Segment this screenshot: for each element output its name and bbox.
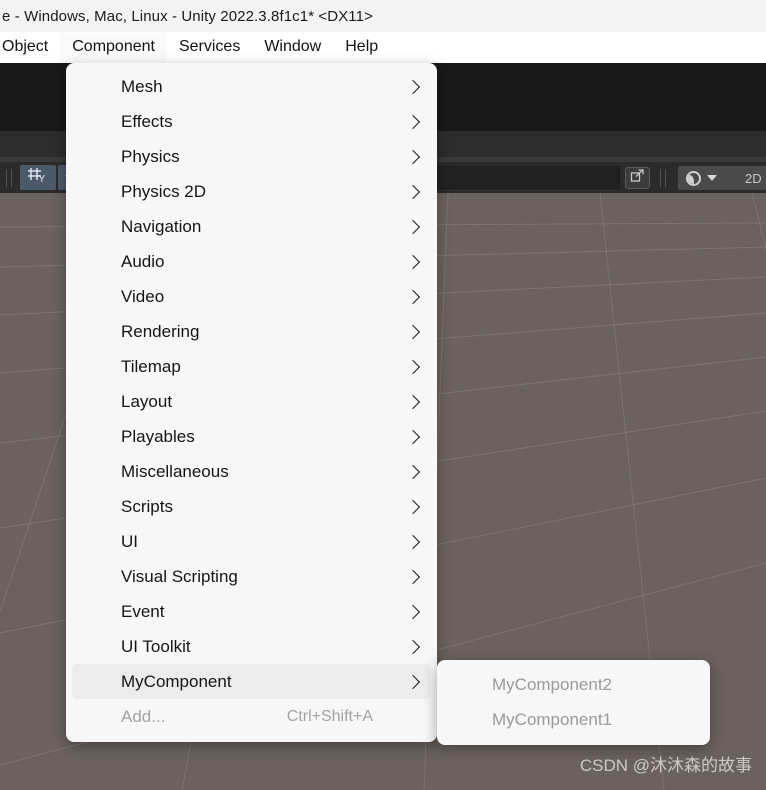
menu-item-ui-toolkit[interactable]: UI Toolkit xyxy=(72,629,431,664)
menu-item-label: Rendering xyxy=(121,321,200,341)
scene-search-input[interactable] xyxy=(420,166,620,189)
submenu-item-mycomponent1: MyComponent1 xyxy=(443,702,704,737)
menu-item-ui[interactable]: UI xyxy=(72,524,431,559)
menu-item-label: Visual Scripting xyxy=(121,566,238,586)
scene-expand-button[interactable] xyxy=(625,167,650,189)
menu-item-label: Physics xyxy=(121,146,180,166)
menubar-item-component[interactable]: Component xyxy=(60,33,167,62)
chevron-right-icon xyxy=(405,114,421,129)
menu-item-physics[interactable]: Physics xyxy=(72,139,431,174)
menu-item-label: Mesh xyxy=(121,76,163,96)
main-menubar: Object Component Services Window Help xyxy=(0,32,766,63)
toggle-2d-button[interactable]: 2D xyxy=(736,166,766,190)
menubar-item-window[interactable]: Window xyxy=(252,33,333,62)
menu-item-label: Miscellaneous xyxy=(121,461,229,481)
chevron-right-icon xyxy=(405,359,421,374)
menu-item-label: UI Toolkit xyxy=(121,636,191,656)
menu-item-label: Add... xyxy=(121,706,166,726)
submenu-item-label: MyComponent1 xyxy=(492,709,613,729)
menu-item-video[interactable]: Video xyxy=(72,279,431,314)
menu-item-event[interactable]: Event xyxy=(72,594,431,629)
svg-text:Y: Y xyxy=(39,174,46,184)
shading-sphere-icon xyxy=(686,170,701,186)
menu-item-physics-2d[interactable]: Physics 2D xyxy=(72,174,431,209)
chevron-right-icon xyxy=(405,569,421,584)
mycomponent-submenu-panel: MyComponent2 MyComponent1 xyxy=(437,660,710,745)
component-menu-panel: Mesh Effects Physics Physics 2D Navigati… xyxy=(66,63,437,742)
menu-item-label: Effects xyxy=(121,111,173,131)
menu-item-label: Audio xyxy=(121,251,165,271)
submenu-item-label: MyComponent2 xyxy=(492,674,613,694)
toolbar-separator-left-2 xyxy=(11,169,12,187)
chevron-right-icon xyxy=(405,289,421,304)
toolbar-separator-left xyxy=(6,169,7,187)
menu-item-label: Playables xyxy=(121,426,195,446)
menubar-item-object[interactable]: Object xyxy=(0,33,60,62)
chevron-right-icon xyxy=(405,499,421,514)
menu-item-mycomponent[interactable]: MyComponent xyxy=(72,664,431,699)
watermark-text: CSDN @沐沐森的故事 xyxy=(579,756,752,775)
menu-item-label: Physics 2D xyxy=(121,181,207,201)
chevron-right-icon xyxy=(405,324,421,339)
menu-item-label: Layout xyxy=(121,391,173,411)
grid-snap-icon: Y xyxy=(28,166,48,189)
submenu-item-mycomponent2: MyComponent2 xyxy=(443,667,704,702)
toolbar-separator-right xyxy=(660,169,661,187)
chevron-right-icon xyxy=(405,604,421,619)
menu-item-effects[interactable]: Effects xyxy=(72,104,431,139)
chevron-right-icon xyxy=(405,254,421,269)
menu-item-label: Tilemap xyxy=(121,356,181,376)
menu-item-label: Navigation xyxy=(121,216,202,236)
chevron-down-icon xyxy=(707,175,717,181)
menu-item-scripts[interactable]: Scripts xyxy=(72,489,431,524)
menu-item-tilemap[interactable]: Tilemap xyxy=(72,349,431,384)
window-title: e - Windows, Mac, Linux - Unity 2022.3.8… xyxy=(2,7,373,25)
menu-item-add: Add... Ctrl+Shift+A xyxy=(72,699,431,734)
grid-snap-button[interactable]: Y xyxy=(20,165,56,190)
menu-item-miscellaneous[interactable]: Miscellaneous xyxy=(72,454,431,489)
window-titlebar: e - Windows, Mac, Linux - Unity 2022.3.8… xyxy=(0,0,766,32)
menu-item-rendering[interactable]: Rendering xyxy=(72,314,431,349)
unity-editor-window: e - Windows, Mac, Linux - Unity 2022.3.8… xyxy=(0,0,766,790)
chevron-right-icon xyxy=(405,394,421,409)
menu-item-label: Video xyxy=(121,286,165,306)
chevron-right-icon xyxy=(405,79,421,94)
menu-item-shortcut: Ctrl+Shift+A xyxy=(286,707,373,725)
menu-item-playables[interactable]: Playables xyxy=(72,419,431,454)
menu-item-mesh[interactable]: Mesh xyxy=(72,69,431,104)
menu-item-label: MyComponent xyxy=(121,671,232,691)
expand-icon xyxy=(630,168,645,188)
menu-item-visual-scripting[interactable]: Visual Scripting xyxy=(72,559,431,594)
chevron-right-icon xyxy=(405,429,421,444)
chevron-right-icon xyxy=(405,534,421,549)
menu-item-label: Scripts xyxy=(121,496,173,516)
menu-item-label: UI xyxy=(121,531,138,551)
menubar-item-help[interactable]: Help xyxy=(333,33,390,62)
toolbar-separator-right-2 xyxy=(665,169,666,187)
chevron-right-icon xyxy=(405,639,421,654)
menu-item-audio[interactable]: Audio xyxy=(72,244,431,279)
chevron-right-icon xyxy=(405,184,421,199)
menu-item-navigation[interactable]: Navigation xyxy=(72,209,431,244)
chevron-right-icon xyxy=(405,464,421,479)
chevron-right-icon xyxy=(405,219,421,234)
menubar-item-services[interactable]: Services xyxy=(167,33,252,62)
chevron-right-icon xyxy=(405,149,421,164)
menu-item-layout[interactable]: Layout xyxy=(72,384,431,419)
menu-item-label: Event xyxy=(121,601,165,621)
chevron-right-icon xyxy=(405,674,421,689)
